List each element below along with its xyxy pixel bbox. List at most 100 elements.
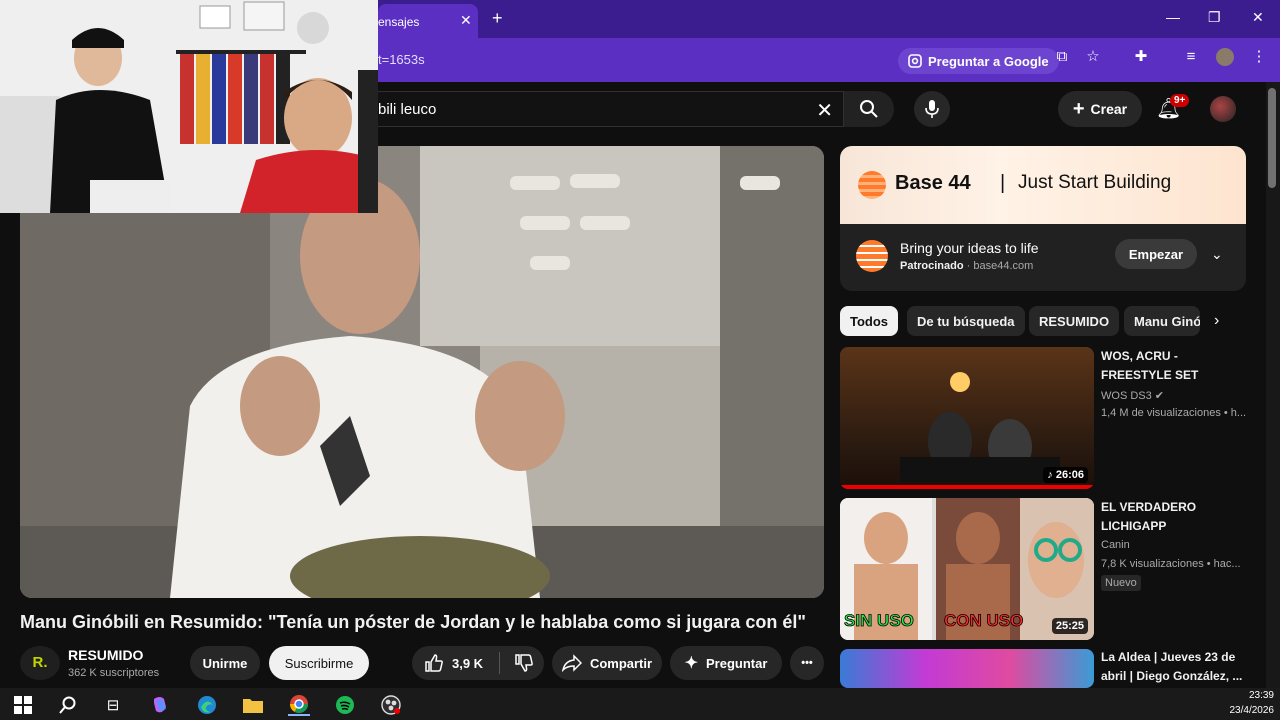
channel-avatar[interactable]: R. [20, 646, 60, 680]
like-button[interactable]: 3,9 K [424, 653, 483, 673]
share-button[interactable]: Compartir [552, 646, 662, 680]
search-button[interactable] [844, 91, 894, 127]
rec-title[interactable]: EL VERDADERO LICHIGAPP [1101, 498, 1251, 536]
create-label: Crear [1090, 101, 1128, 117]
copilot-icon[interactable] [149, 694, 171, 716]
subscribe-button[interactable]: Suscribirme [269, 646, 369, 680]
windows-start-icon[interactable] [12, 694, 34, 716]
subscriber-count: 362 K suscriptores [68, 667, 160, 679]
rec-thumbnail[interactable] [840, 649, 1094, 688]
browser-menu-icon[interactable]: ⋮ [1250, 48, 1268, 66]
new-tab-button[interactable]: + [492, 8, 503, 29]
spotify-glyph [336, 696, 354, 714]
verified-icon: ✔ [1154, 390, 1165, 402]
music-note-icon: ♪ [1047, 469, 1056, 481]
more-actions-button[interactable]: ••• [790, 646, 824, 680]
chip-manu[interactable]: Manu Ginó [1124, 306, 1200, 336]
rec-title[interactable]: La Aldea | Jueves 23 de abril | Diego Go… [1101, 648, 1251, 688]
thumb-text-right: CON USO [944, 611, 1023, 630]
edge-browser-icon[interactable] [196, 694, 218, 716]
thumbs-up-icon [425, 654, 443, 672]
browser-tab[interactable]: ensajes ✕ [378, 4, 478, 38]
rec-channel[interactable]: WOS DS3 ✔ [1101, 389, 1164, 402]
spotify-icon[interactable] [334, 694, 356, 716]
subscribe-label: Suscribirme [284, 655, 354, 671]
obs-studio-icon[interactable] [380, 694, 402, 716]
microphone-icon [925, 100, 939, 118]
ad-sponsored-line: Patrocinado · base44.com [900, 260, 1033, 272]
page-scrollbar-thumb[interactable] [1268, 88, 1276, 188]
restore-button[interactable]: ❐ [1208, 9, 1221, 26]
rec-meta: 1,4 M de visualizaciones • h... [1101, 407, 1247, 419]
create-button[interactable]: + Crear [1058, 91, 1142, 127]
chevron-down-icon[interactable]: ⌄ [1211, 246, 1223, 263]
ad-domain: · base44.com [963, 260, 1034, 272]
new-badge: Nuevo [1101, 575, 1141, 591]
like-dislike-group: 3,9 K [412, 646, 544, 680]
video-player[interactable] [20, 146, 824, 598]
notification-count-badge: 9+ [1170, 94, 1190, 107]
system-clock[interactable]: 23:39 23/4/2026 [1230, 688, 1275, 718]
chip-from-search[interactable]: De tu búsqueda [907, 306, 1025, 336]
ad-separator: | [1000, 172, 1006, 194]
base44-logo-icon [858, 171, 886, 199]
join-button[interactable]: Unirme [190, 646, 260, 680]
close-window-button[interactable]: ✕ [1252, 9, 1264, 26]
chrome-browser-icon[interactable] [288, 694, 310, 716]
file-explorer-icon[interactable] [242, 694, 264, 716]
plus-icon: + [1072, 97, 1085, 120]
ad-cta-button[interactable]: Empezar [1115, 239, 1197, 269]
duration-value: 26:06 [1055, 469, 1084, 481]
channel-name[interactable]: RESUMIDO [68, 647, 143, 663]
sparkle-icon: ✦ [684, 655, 698, 672]
extensions-icon[interactable]: ✚ [1132, 48, 1150, 66]
sponsored-label: Patrocinado [900, 260, 964, 272]
advertiser-avatar [856, 240, 888, 272]
windows-logo-glyph [14, 696, 32, 714]
profile-avatar[interactable] [1216, 48, 1234, 66]
ad-banner[interactable]: Base 44 | Just Start Building [840, 146, 1246, 224]
search-input[interactable]: bili leuco ✕ [378, 91, 844, 127]
search-icon [860, 100, 878, 118]
edge-glyph [198, 696, 216, 714]
dislike-button[interactable] [514, 653, 534, 673]
chrome-glyph [290, 695, 308, 714]
thumb-text-left: SIN USO [844, 611, 914, 630]
rec-thumbnail[interactable]: ♪ 26:06 [840, 347, 1094, 489]
minimize-button[interactable]: — [1166, 9, 1180, 25]
clear-search-icon[interactable]: ✕ [816, 98, 833, 123]
ask-label: Preguntar [706, 655, 768, 671]
task-view-icon[interactable]: ⊟ [102, 694, 124, 716]
voice-search-button[interactable] [914, 91, 950, 127]
ad-brand: Base 44 [895, 172, 971, 194]
video-title: Manu Ginóbili en Resumido: "Tenía un pós… [20, 612, 806, 632]
rec-title[interactable]: WOS, ACRU - FREESTYLE SET [1101, 347, 1251, 385]
media-control-icon[interactable]: ≡ [1182, 48, 1200, 66]
video-frame [20, 146, 824, 598]
ask-google-button[interactable]: Preguntar a Google [898, 48, 1059, 74]
video-duration: 25:25 [1051, 618, 1088, 634]
chevron-right-icon[interactable]: › [1214, 312, 1219, 330]
obs-glyph [381, 695, 401, 715]
ad-tagline: Just Start Building [1018, 172, 1172, 193]
join-label: Unirme [202, 655, 248, 671]
search-icon[interactable] [57, 694, 79, 716]
install-app-icon[interactable]: ⧉ [1053, 48, 1071, 66]
tab-close-icon[interactable]: ✕ [460, 12, 472, 29]
windows-taskbar: ⊟ 23:39 23/4/2026 [0, 688, 1280, 720]
sponsored-ad[interactable]: Base 44 | Just Start Building Bring your… [840, 146, 1246, 291]
like-count: 3,9 K [452, 655, 484, 671]
chip-channel[interactable]: RESUMIDO [1029, 306, 1120, 336]
chip-all[interactable]: Todos [840, 306, 899, 336]
rec-meta: 7,8 K visualizaciones • hac... [1101, 558, 1241, 570]
rec-thumbnail[interactable]: SIN USO CON USO 25:25 [840, 498, 1094, 640]
bookmark-star-icon[interactable]: ☆ [1084, 48, 1102, 66]
clock-date: 23/4/2026 [1229, 705, 1275, 716]
account-avatar[interactable] [1210, 96, 1236, 122]
ask-button[interactable]: ✦ Preguntar [670, 646, 782, 680]
rec-channel[interactable]: Canin [1101, 539, 1130, 551]
webcam-frame [0, 0, 378, 213]
share-label: Compartir [589, 655, 653, 671]
lens-icon [908, 54, 922, 68]
search-query: bili leuco [378, 101, 437, 118]
